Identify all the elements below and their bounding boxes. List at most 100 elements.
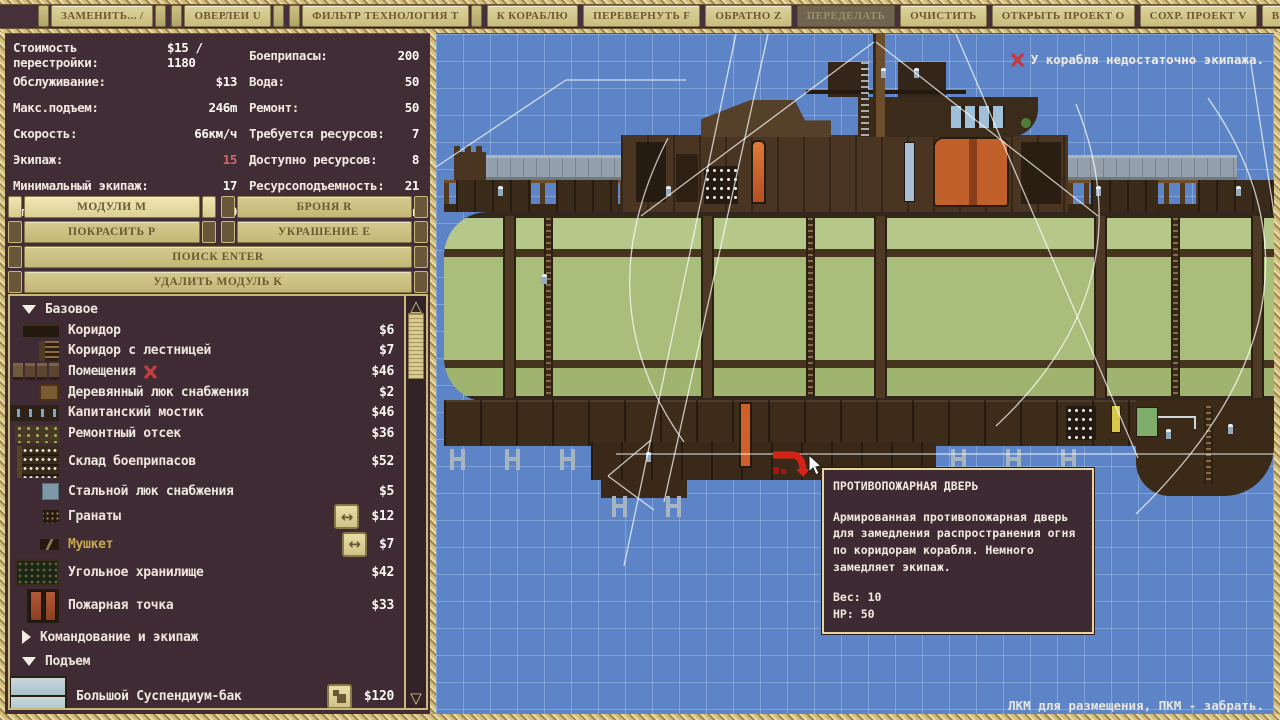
stat-label: Требуется ресурсов: [249,126,384,141]
search-right-cap[interactable] [414,246,428,268]
category-basic[interactable]: Базовое [10,298,404,320]
crew-figure [646,452,651,462]
save-project-button[interactable]: Сохр. проект V [1140,5,1257,27]
list-item-ladder-corridor[interactable]: Коридор с лестницей$7 [10,340,404,361]
to-ship-button[interactable]: К кораблю [487,5,578,27]
decals-left-cap[interactable] [221,221,235,243]
modules-tab-button[interactable]: Модули М [24,196,200,218]
stat-label: Обслуживание: [13,74,106,89]
open-project-button[interactable]: Открыть проект O [992,5,1135,27]
list-item-steel-hatch[interactable]: Стальной люк снабжения$5 [10,479,404,503]
category-command-crew[interactable]: Командование и экипаж [10,624,404,650]
tech-filter-button-group: Фильтр технология T [289,5,482,27]
search-button[interactable]: Поиск ENTER [24,246,412,268]
mast-crossbar [806,90,966,94]
redo-button: Переделать [797,5,896,27]
stat-label: Скорость: [13,126,77,141]
list-item-wooden-hatch[interactable]: Деревянный люк снабжения$2 [10,382,404,402]
bridge-windows [951,106,1005,128]
cabinet [676,154,698,202]
mode-buttons: Модули М Броня R Покрасить P Украшение E… [8,196,428,293]
mooring-post [1061,449,1076,470]
canvas-left-frame [430,32,436,720]
list-item-musket[interactable]: Мушкет$7 [10,530,404,558]
item-label: Склад боеприпасов [68,454,196,469]
fire-point-icon [27,589,59,623]
decals-right-cap[interactable] [414,221,428,243]
module-list-panel: Базовое Коридор$6 Коридор с лестницей$7 … [8,294,428,710]
swap-direction-button[interactable] [342,532,367,557]
decals-tab-button[interactable]: Украшение E [237,221,413,243]
crew-required-icon [143,365,158,379]
paint-left-cap[interactable] [8,221,22,243]
undo-button[interactable]: Обратно Z [705,5,791,27]
blue-door [904,142,915,202]
list-item-fire-point[interactable]: Пожарная точка$33 [10,587,404,624]
overlays-left-toggle[interactable] [171,5,182,27]
overlays-button-group: Оверлеи U [171,5,284,27]
list-item-captains-bridge[interactable]: Капитанский мостик $46 [10,402,404,423]
mast [873,34,885,137]
list-item-rooms[interactable]: Помещения$46 [10,361,404,382]
overlays-right-toggle[interactable] [273,5,284,27]
top-frame-trim [0,0,1280,5]
resize-module-button[interactable] [327,684,352,709]
list-item-grenades[interactable]: Гранаты$12 [10,503,404,530]
tech-filter-right-toggle[interactable] [471,5,482,27]
fire-door-slot [739,402,752,468]
exit-button[interactable]: Выйти L [1262,5,1280,27]
replace-left-toggle[interactable] [38,5,49,27]
list-item-corridor[interactable]: Коридор$6 [10,320,404,340]
category-label: Базовое [45,302,98,317]
delete-module-button[interactable]: Удалить модуль K [24,271,412,293]
ladder-corridor-icon [39,341,59,361]
clear-button[interactable]: Очистить [900,5,987,27]
boiler-pipe [751,140,766,204]
placement-hint: ЛКМ для размещения, ПКМ - забрать. [1008,698,1264,713]
tech-filter-left-toggle[interactable] [289,5,300,27]
crew-figure [1096,186,1101,196]
armor-left-cap[interactable] [221,196,235,218]
repair-bay-icon [15,425,59,443]
replace-button[interactable]: Заменить... / [51,5,153,27]
stat-value: 200 [398,48,419,63]
list-item-ammo-store[interactable]: Склад боеприпасов$52 [10,444,404,479]
chevron-down-icon [22,657,36,666]
mouse-cursor [808,454,824,476]
search-left-cap[interactable] [8,246,22,268]
modules-right-cap[interactable] [202,196,216,218]
overlays-button[interactable]: Оверлеи U [184,5,271,27]
envelope-beam [503,216,516,398]
category-lift[interactable]: Подъем [10,650,404,673]
item-label: Капитанский мостик [68,405,203,420]
armor-tab-button[interactable]: Броня R [237,196,413,218]
bridge-structure [858,97,1038,137]
replace-right-toggle[interactable] [155,5,166,27]
modules-left-cap[interactable] [8,196,22,218]
delete-right-cap[interactable] [414,271,428,293]
list-scrollbar[interactable]: △ ▽ [404,296,426,708]
swap-direction-button[interactable] [334,504,359,529]
stat-label: Вода: [249,74,285,89]
envelope-beam [701,216,714,398]
list-item-suspendium-tank[interactable]: Большой Суспендиум-бак$120 [10,673,404,708]
armor-right-cap[interactable] [414,196,428,218]
list-item-coal-store[interactable]: Угольное хранилище$42 [10,558,404,587]
paint-tab-button[interactable]: Покрасить P [24,221,200,243]
scrollbar-thumb[interactable] [408,313,424,379]
mooring-post [450,449,465,470]
flip-button[interactable]: Перевернуть F [583,5,700,27]
sloped-cabin [701,100,831,137]
tooltip-title: ПРОТИВОПОЖАРНАЯ ДВЕРЬ [833,478,1083,495]
toolbar-frame-trim [0,28,1280,34]
tech-filter-button[interactable]: Фильтр технология T [302,5,469,27]
warning-text: У корабля недостаточно экипажа. [1031,52,1264,67]
shipyard-canvas[interactable]: ПРОТИВОПОЖАРНАЯ ДВЕРЬ Армированная проти… [436,34,1274,714]
delete-left-cap[interactable] [8,271,22,293]
scroll-down-icon[interactable]: ▽ [407,688,425,708]
item-price: $46 [371,405,404,420]
paint-right-cap[interactable] [202,221,216,243]
envelope-ladder [544,218,553,396]
ammo-store-icon [17,446,59,478]
list-item-repair-bay[interactable]: Ремонтный отсек$36 [10,423,404,444]
